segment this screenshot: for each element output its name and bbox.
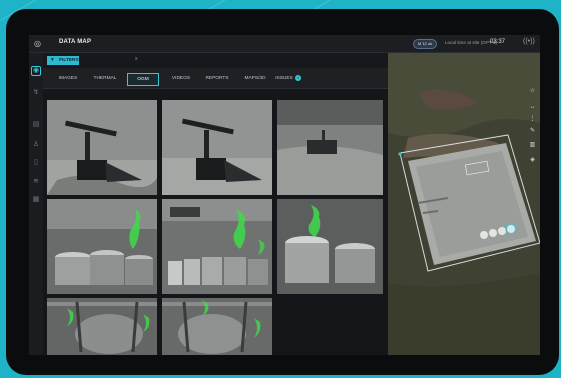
filter-bar: ▼ FILTERS x: [43, 53, 388, 68]
gallery-thumbnail[interactable]: [162, 199, 272, 294]
app-screen: ◎ DATA MAP M 12 ok Local time at site (G…: [29, 35, 540, 355]
sidebar: ◉ ↯ ▤ ♙ ▯ ≋ ▦: [29, 53, 44, 355]
settings-icon[interactable]: ≋: [32, 178, 40, 186]
document-icon[interactable]: ▯: [32, 159, 40, 167]
tab-videos[interactable]: VIDEOS: [166, 73, 196, 84]
user-icon[interactable]: ♙: [32, 141, 40, 149]
filters-button-label: FILTERS: [59, 58, 79, 63]
gallery-thumbnail[interactable]: [47, 298, 157, 355]
chart-icon[interactable]: ▤: [32, 121, 40, 129]
app-title: DATA MAP: [59, 39, 92, 45]
status-pill[interactable]: M 12 ok: [413, 39, 437, 49]
tab-issues[interactable]: ISSUES 4: [275, 73, 301, 84]
clock: 03:37: [490, 39, 506, 45]
drone-logo-icon[interactable]: ◎: [34, 39, 44, 48]
signal-icon[interactable]: ((•)): [523, 38, 535, 45]
issues-count-badge: 4: [294, 74, 301, 81]
gallery-thumbnail[interactable]: [47, 199, 157, 294]
tab-thermal[interactable]: THERMAL: [89, 73, 121, 84]
layers-icon[interactable]: ↯: [32, 89, 40, 97]
ruler-icon[interactable]: ↔: [528, 103, 537, 112]
top-bar: ◎ DATA MAP M 12 ok Local time at site (G…: [29, 35, 540, 53]
gallery-thumbnail[interactable]: [277, 100, 383, 195]
star-icon[interactable]: ☆: [528, 87, 537, 96]
calendar-icon[interactable]: ▦: [32, 196, 40, 204]
layers-icon[interactable]: ◈: [528, 156, 537, 165]
trash-icon[interactable]: ▥: [528, 141, 537, 150]
gallery-thumbnail[interactable]: [277, 199, 383, 294]
tab-ogm[interactable]: OGM: [127, 73, 159, 86]
pencil-icon[interactable]: ✎: [528, 127, 537, 136]
tab-maps-3d[interactable]: MAPS/3D: [238, 73, 272, 84]
tab-issues-label: ISSUES: [275, 76, 293, 81]
tab-images[interactable]: IMAGES: [53, 73, 83, 84]
gallery-thumbnail[interactable]: [162, 298, 272, 355]
filter-icon: ▼: [50, 58, 55, 63]
tab-reports[interactable]: REPORTS: [201, 73, 233, 84]
info-icon[interactable]: ⋮: [528, 115, 537, 124]
close-filters-icon[interactable]: x: [135, 56, 138, 62]
gallery-thumbnail[interactable]: [162, 100, 272, 195]
image-gallery: [43, 89, 388, 355]
map-icon[interactable]: ◉: [31, 66, 41, 76]
gallery-thumbnail[interactable]: [47, 100, 157, 195]
media-tabs: IMAGES THERMAL OGM VIDEOS REPORTS MAPS/3…: [43, 68, 388, 89]
filters-button[interactable]: ▼ FILTERS: [47, 56, 79, 65]
site-map[interactable]: ☆ ↔ ⋮ ✎ ▥ ◈: [388, 53, 540, 355]
